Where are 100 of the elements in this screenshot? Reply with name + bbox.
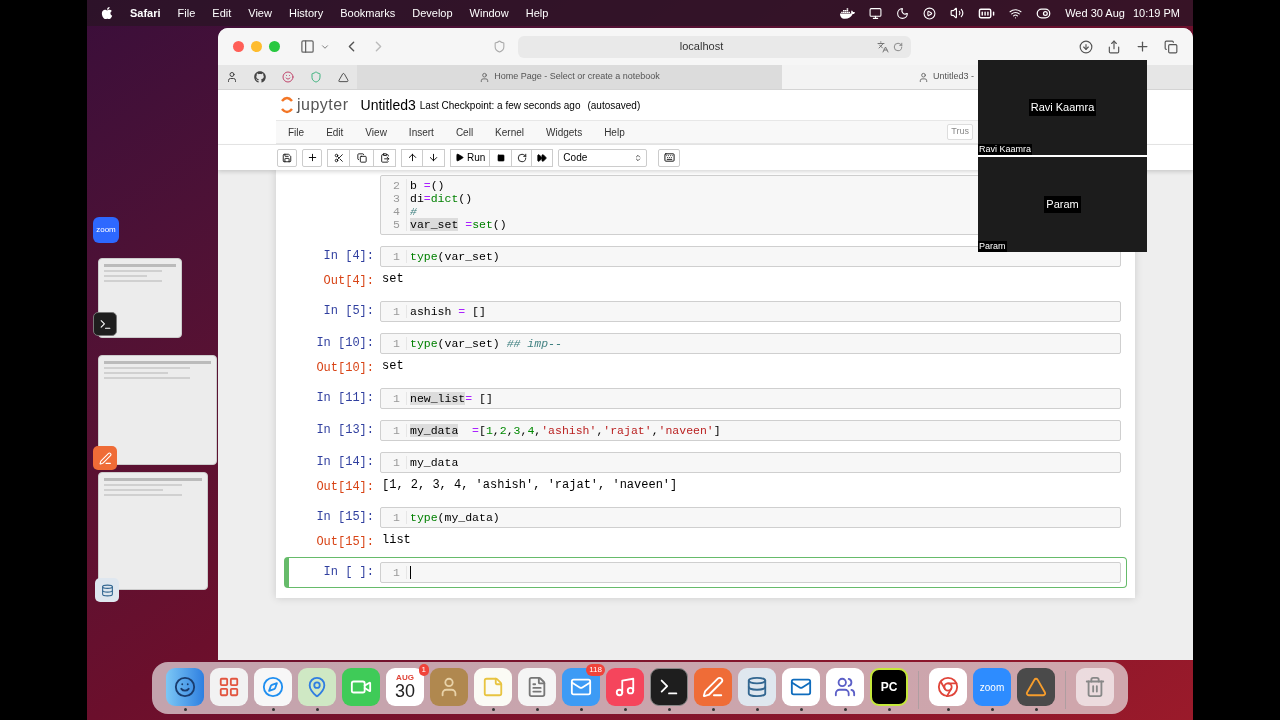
code-input[interactable]: 1 type(var_set) ## imp-- — [380, 333, 1121, 354]
wifi-icon[interactable] — [1009, 6, 1023, 20]
selected-cell[interactable]: In [ ]: 1 — [284, 557, 1127, 588]
menu-item[interactable]: History — [288, 4, 324, 22]
arrow-up-icon — [406, 152, 418, 163]
autosave-status: (autosaved) — [587, 98, 641, 113]
trusted-button[interactable]: Trus — [947, 124, 973, 140]
plus-icon — [306, 152, 318, 163]
participant-name: Ravi Kaamra — [1028, 99, 1097, 116]
moon-icon[interactable] — [896, 6, 910, 20]
map-pin-app-button[interactable] — [298, 668, 336, 706]
people-app-button[interactable] — [826, 668, 864, 706]
code-input[interactable]: 1 my_data =[1,2,3,4,'ashish','rajat','naveen'] — [380, 420, 1121, 441]
notebook-menu-item[interactable]: Cell — [455, 124, 474, 140]
translate-icon[interactable] — [877, 40, 889, 53]
address-bar[interactable]: localhost — [518, 35, 911, 58]
paste-button[interactable] — [373, 148, 396, 167]
save-icon — [282, 152, 292, 163]
document-app-button[interactable] — [518, 668, 556, 706]
notebook-menu-item[interactable]: File — [288, 124, 305, 140]
output-prompt: Out[10]: — [316, 361, 374, 375]
participant-caption: Param — [978, 241, 1007, 252]
circle-logo-icon — [937, 676, 959, 698]
pinned-tab-icon[interactable] — [338, 71, 349, 83]
menu-item[interactable]: Develop — [412, 4, 453, 22]
grid-app-button[interactable] — [210, 668, 248, 706]
run-all-button[interactable] — [532, 148, 554, 167]
reload-icon[interactable] — [893, 41, 903, 52]
save-button[interactable] — [277, 148, 297, 167]
terminal-app-button[interactable] — [650, 668, 688, 706]
share-icon[interactable] — [1107, 39, 1121, 54]
play-icon[interactable] — [923, 6, 937, 20]
notebook-menu-item[interactable]: Widgets — [546, 124, 583, 140]
window-thumbnail[interactable] — [98, 258, 182, 338]
browser-tab[interactable]: Home Page - Select or create a notebook — [357, 65, 782, 89]
code-input[interactable]: 1 type(my_data) — [380, 507, 1121, 528]
stop-button[interactable] — [490, 148, 512, 167]
apple-icon[interactable] — [100, 6, 114, 20]
display-icon[interactable] — [869, 6, 883, 20]
circle-logo-app-button[interactable] — [929, 668, 967, 706]
line-number: 3 — [392, 192, 400, 205]
tab-overview-icon[interactable] — [1164, 39, 1178, 54]
menubar-time[interactable]: 10:19 PM — [1132, 4, 1180, 22]
app-menu[interactable]: Safari — [130, 4, 161, 22]
restart-button[interactable] — [511, 148, 533, 167]
code-line: type(my_data) — [410, 511, 500, 524]
mail-box-app-button[interactable] — [782, 668, 820, 706]
code-input[interactable]: 1 ashish = [] — [380, 301, 1121, 322]
menubar-date[interactable]: Wed 30 Aug — [1065, 4, 1125, 22]
music-note-app-button[interactable] — [606, 668, 644, 706]
control-center-icon[interactable] — [1036, 5, 1052, 21]
whale-icon[interactable] — [840, 5, 856, 21]
pen-app-button[interactable] — [93, 446, 117, 470]
menu-item[interactable]: Help — [525, 4, 549, 22]
notebook-menu-item[interactable]: Edit — [326, 124, 344, 140]
pinned-tab-icon[interactable] — [226, 71, 238, 83]
copy-button[interactable] — [350, 148, 373, 167]
notebook-menu-item[interactable]: Kernel — [495, 124, 524, 140]
notebook-menu-item[interactable]: View — [365, 124, 387, 140]
tab-favicon-icon — [479, 71, 491, 83]
menu-item[interactable]: File — [177, 4, 196, 22]
download-icon[interactable] — [1079, 39, 1093, 54]
mail-box-icon — [790, 676, 812, 698]
notebook-menu-item[interactable]: Insert — [408, 124, 434, 140]
envelope-app-button[interactable] — [562, 668, 600, 706]
line-number: 2 — [392, 179, 400, 192]
line-number: 1 — [392, 424, 400, 437]
cell-type-select[interactable]: Code — [558, 148, 648, 167]
terminal-app-button[interactable] — [93, 312, 117, 336]
sidebar-icon[interactable] — [300, 39, 315, 54]
close-window-button[interactable] — [233, 41, 244, 52]
code-line: new_list= [] — [410, 392, 493, 405]
notebook-title[interactable]: Untitled3 — [360, 94, 416, 116]
menu-item[interactable]: Window — [469, 4, 509, 22]
grid-icon — [218, 676, 240, 698]
move-down-button[interactable] — [423, 148, 445, 167]
music-note-icon — [614, 676, 636, 698]
pc-logo-app-button[interactable]: PC — [870, 668, 908, 706]
new-tab-icon[interactable] — [1135, 39, 1150, 54]
pinned-tab-icon[interactable] — [254, 71, 266, 83]
scissors-icon — [333, 152, 344, 163]
window-thumbnail[interactable] — [98, 472, 208, 590]
add-cell-button[interactable] — [302, 148, 322, 167]
trash-app-button[interactable] — [1076, 668, 1114, 706]
code-input[interactable]: 1 my_data — [380, 452, 1121, 473]
menu-item[interactable]: Edit — [212, 4, 232, 22]
compass-app-button[interactable] — [254, 668, 292, 706]
zoom-app-button[interactable]: zoom — [93, 217, 119, 243]
code-line: ashish = [] — [410, 305, 486, 318]
volume-icon[interactable] — [950, 6, 965, 20]
notebook-menu-item[interactable]: Help — [604, 124, 625, 140]
window-thumbnail[interactable] — [98, 355, 217, 465]
run-button[interactable]: Run — [450, 148, 491, 167]
cut-button[interactable] — [327, 148, 350, 167]
face-app-button[interactable] — [166, 668, 204, 706]
menu-item[interactable]: Bookmarks — [340, 4, 396, 22]
move-up-button[interactable] — [401, 148, 423, 167]
code-input[interactable]: 1 new_list= [] — [380, 388, 1121, 409]
keyboard-button[interactable] — [658, 148, 681, 167]
menu-item[interactable]: View — [248, 4, 272, 22]
